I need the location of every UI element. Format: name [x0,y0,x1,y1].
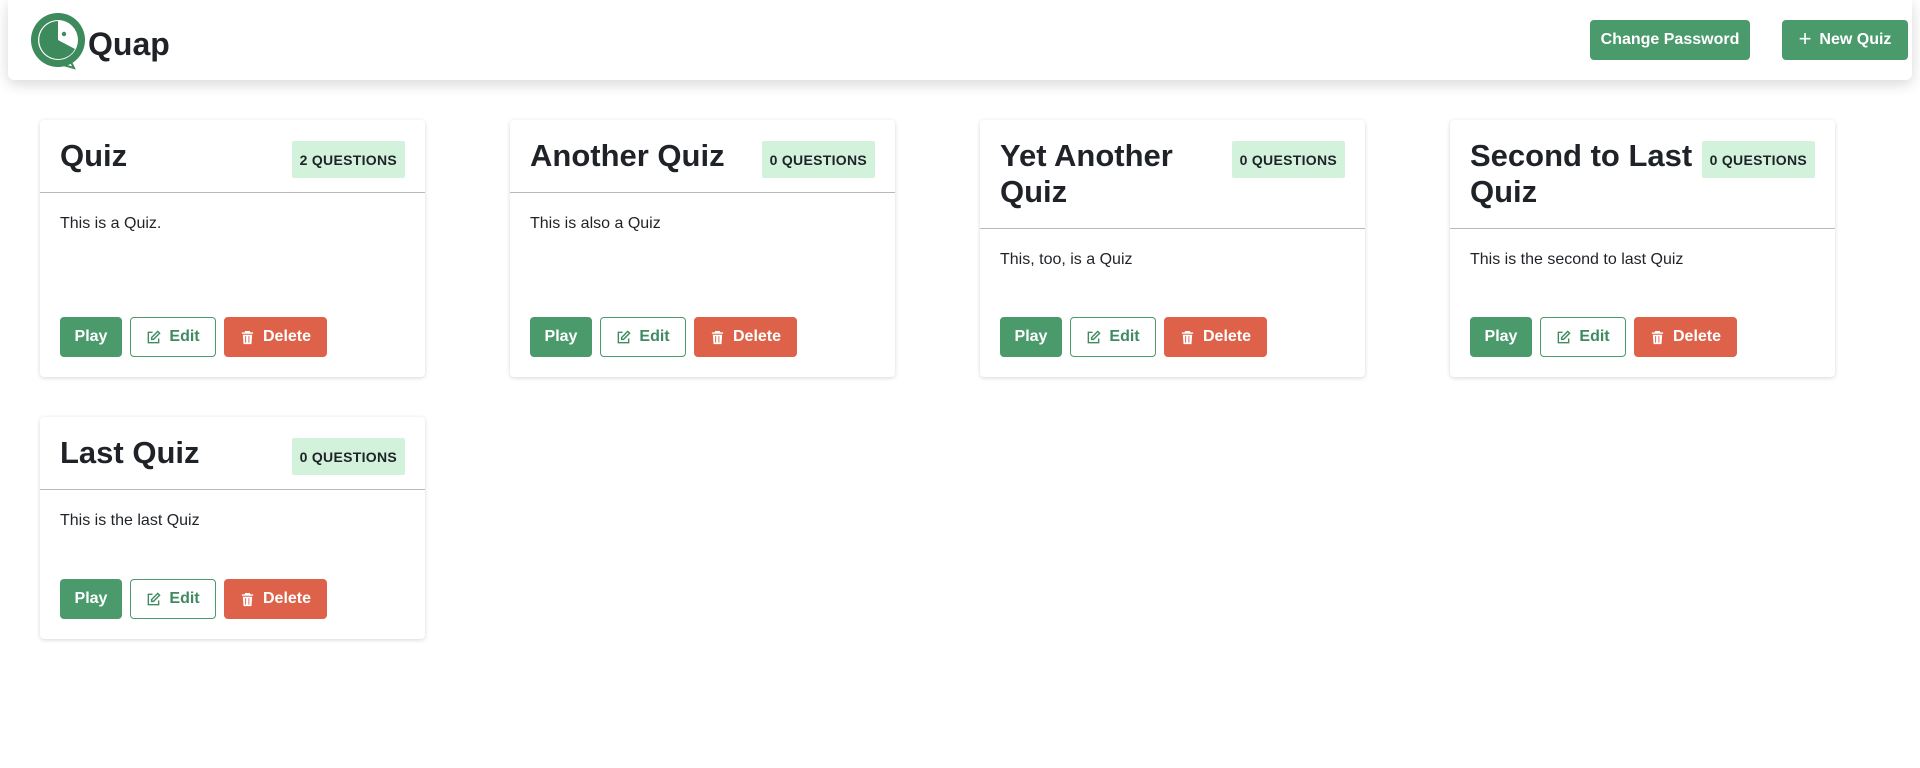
play-button[interactable]: Play [1470,317,1532,357]
quiz-card: Yet Another Quiz 0 QUESTIONS This, too, … [980,120,1365,377]
trash-icon [241,592,254,606]
edit-icon [148,591,161,605]
quiz-title: Second to Last Quiz [1470,138,1693,209]
play-label: Play [1014,328,1048,345]
delete-label: Delete [1202,328,1252,345]
play-button[interactable]: Play [60,317,122,357]
trash-icon [241,330,254,344]
trash-icon [711,330,724,344]
play-label: Play [1484,328,1518,345]
quiz-title: Quiz [60,138,128,173]
edit-button[interactable]: Edit [130,579,216,619]
quiz-card: Second to Last Quiz 0 QUESTIONS This is … [1450,120,1835,377]
card-header: Last Quiz 0 QUESTIONS [40,417,425,490]
edit-icon [1088,329,1101,343]
play-label: Play [74,590,108,607]
edit-label: Edit [639,328,670,345]
play-button[interactable]: Play [530,317,592,357]
delete-label: Delete [1672,328,1722,345]
edit-button[interactable]: Edit [1070,317,1156,357]
quiz-title: Yet Another Quiz [1000,138,1173,209]
edit-button[interactable]: Edit [1540,317,1626,357]
play-button[interactable]: Play [60,579,122,619]
question-count-badge: 0 QUESTIONS [1231,141,1345,178]
delete-button[interactable]: Delete [1164,317,1267,357]
card-actions: Play Edit Delete [530,317,797,357]
card-header: Yet Another Quiz 0 QUESTIONS [980,120,1365,229]
card-header: Second to Last Quiz 0 QUESTIONS [1450,120,1835,229]
quiz-card: Quiz 2 QUESTIONS This is a Quiz. Play Ed… [40,120,425,377]
play-label: Play [74,328,108,345]
quiz-description: This is also a Quiz [530,215,661,232]
card-actions: Play Edit Delete [60,317,327,357]
question-count-badge: 2 QUESTIONS [291,141,405,178]
navbar: Quap Change Password + New Quiz [8,0,1912,80]
change-password-button[interactable]: Change Password [1590,20,1750,60]
edit-icon [148,329,161,343]
brand[interactable]: Quap [28,12,170,74]
play-label: Play [544,328,578,345]
card-actions: Play Edit Delete [1470,317,1737,357]
new-quiz-label: New Quiz [1819,31,1892,48]
card-header: Another Quiz 0 QUESTIONS [510,120,895,193]
delete-button[interactable]: Delete [694,317,797,357]
quiz-description: This is the second to last Quiz [1470,251,1684,268]
play-button[interactable]: Play [1000,317,1062,357]
card-actions: Play Edit Delete [1000,317,1267,357]
quiz-description: This, too, is a Quiz [1000,251,1133,268]
delete-button[interactable]: Delete [224,317,327,357]
quiz-description: This is a Quiz. [60,215,162,232]
quiz-description: This is the last Quiz [60,512,200,529]
edit-icon [1558,329,1571,343]
question-count-badge: 0 QUESTIONS [1701,141,1815,178]
change-password-label: Change Password [1600,31,1740,48]
quiz-card: Another Quiz 0 QUESTIONS This is also a … [510,120,895,377]
edit-label: Edit [169,328,200,345]
new-quiz-button[interactable]: + New Quiz [1782,20,1908,60]
quiz-title: Another Quiz [530,138,725,173]
app-name: Quap [88,25,170,62]
card-actions: Play Edit Delete [60,579,327,619]
edit-button[interactable]: Edit [130,317,216,357]
question-count-badge: 0 QUESTIONS [761,141,875,178]
quiz-title: Last Quiz [60,435,200,470]
delete-label: Delete [262,328,312,345]
card-header: Quiz 2 QUESTIONS [40,120,425,193]
quiz-card: Last Quiz 0 QUESTIONS This is the last Q… [40,417,425,639]
delete-label: Delete [262,590,312,607]
edit-label: Edit [1109,328,1140,345]
plus-icon: + [1798,26,1812,51]
delete-button[interactable]: Delete [224,579,327,619]
quap-logo-icon [31,13,85,70]
delete-button[interactable]: Delete [1634,317,1737,357]
edit-label: Edit [1579,328,1610,345]
question-count-badge: 0 QUESTIONS [291,438,405,475]
trash-icon [1181,330,1194,344]
edit-icon [618,329,631,343]
trash-icon [1651,330,1664,344]
edit-label: Edit [169,590,200,607]
delete-label: Delete [732,328,782,345]
edit-button[interactable]: Edit [600,317,686,357]
